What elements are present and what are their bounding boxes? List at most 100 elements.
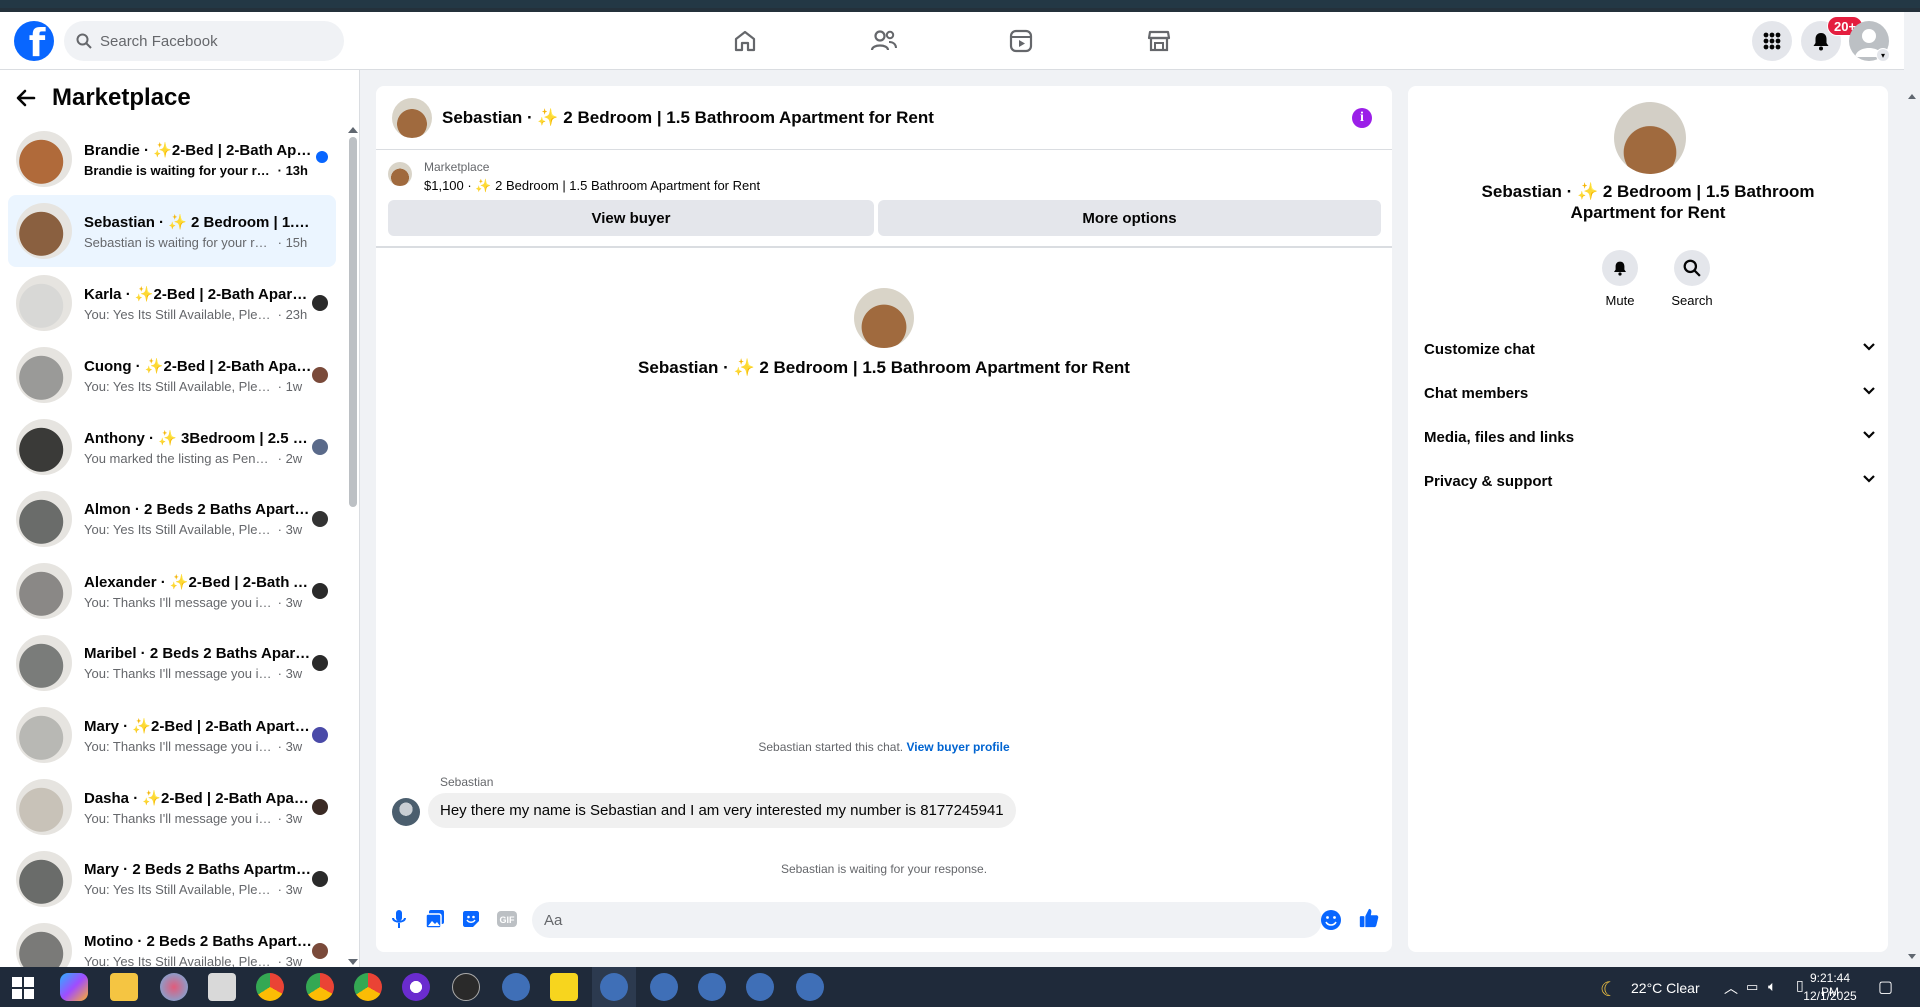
mute-button[interactable]: Mute: [1590, 250, 1650, 308]
customize-chat-row[interactable]: Customize chat: [1424, 329, 1876, 369]
app-icon[interactable]: [208, 973, 236, 1001]
photo-icon[interactable]: [424, 908, 446, 930]
emoji-icon[interactable]: [1320, 909, 1342, 931]
conversation-item[interactable]: Karla · ✨2-Bed | 2-Bath Apartment for Re…: [8, 267, 336, 339]
conversation-name: Almon · 2 Beds 2 Baths Apartment for Ren…: [84, 501, 312, 518]
privacy-support-row[interactable]: Privacy & support: [1424, 461, 1876, 501]
scrollbar[interactable]: [346, 125, 358, 967]
friends-icon[interactable]: [868, 25, 900, 57]
conversation-item[interactable]: Mary · 2 Beds 2 Baths Apartment for Rent…: [8, 843, 336, 915]
conversation-item[interactable]: Dasha · ✨2-Bed | 2-Bath Apartment for Re…: [8, 771, 336, 843]
chat-started-note: Sebastian started this chat. View buyer …: [758, 740, 1010, 754]
conversation-preview: You: Yes Its Still Available, Please sen…: [84, 378, 303, 394]
chrome-icon[interactable]: [354, 973, 382, 1001]
seen-avatar: [312, 367, 328, 383]
chat-members-row[interactable]: Chat members: [1424, 373, 1876, 413]
volume-icon[interactable]: 🔈︎: [1768, 978, 1776, 995]
back-arrow-icon[interactable]: [16, 88, 36, 108]
listing-thumbnail: [16, 779, 72, 835]
view-buyer-button[interactable]: View buyer: [388, 200, 874, 236]
listing-thumbnail: [16, 635, 72, 691]
menu-grid-icon[interactable]: [1752, 21, 1792, 61]
video-icon[interactable]: [1005, 25, 1037, 57]
browser-icon[interactable]: [600, 973, 628, 1001]
chat-title[interactable]: Sebastian · ✨ 2 Bedroom | 1.5 Bathroom A…: [442, 108, 934, 128]
windows-start-icon[interactable]: [12, 977, 34, 999]
view-buyer-profile-link[interactable]: View buyer profile: [906, 740, 1009, 754]
conversation-name: Motino · 2 Beds 2 Baths Apartment for Re…: [84, 933, 312, 950]
conversation-item[interactable]: Almon · 2 Beds 2 Baths Apartment for Ren…: [8, 483, 336, 555]
conversation-item[interactable]: Motino · 2 Beds 2 Baths Apartment for Re…: [8, 915, 336, 967]
seen-avatar: [312, 295, 328, 311]
microphone-icon[interactable]: [388, 908, 410, 930]
more-options-button[interactable]: More options: [878, 200, 1381, 236]
avatar[interactable]: [392, 798, 420, 826]
clock-date[interactable]: 12/1/2025: [1800, 989, 1860, 1003]
conversation-preview: You: Thanks I'll message you in a bit · …: [84, 810, 303, 826]
conversation-preview: You: Yes Its Still Available, Please sen…: [84, 954, 303, 967]
chevron-down-icon[interactable]: ▾: [1876, 48, 1890, 62]
conversation-item[interactable]: Mary · ✨2-Bed | 2-Bath Apartment for Ren…: [8, 699, 336, 771]
chrome-icon[interactable]: [306, 973, 334, 1001]
conversation-name: Cuong · ✨2-Bed | 2-Bath Apartment for Re…: [84, 357, 312, 375]
listing-label: Marketplace: [424, 160, 490, 174]
listing-thumbnail: [16, 131, 72, 187]
waiting-note: Sebastian is waiting for your response.: [780, 862, 988, 876]
message-input[interactable]: [532, 902, 1322, 938]
browser-icon[interactable]: [502, 973, 530, 1001]
browser-icon[interactable]: [650, 973, 678, 1001]
chat-panel: Sebastian · ✨ 2 Bedroom | 1.5 Bathroom A…: [376, 86, 1392, 952]
avatar[interactable]: [854, 288, 914, 348]
message-bubble[interactable]: Hey there my name is Sebastian and I am …: [428, 793, 1016, 828]
conversation-name: Dasha · ✨2-Bed | 2-Bath Apartment for Re…: [84, 789, 312, 807]
like-thumb-icon[interactable]: [1358, 907, 1380, 929]
info-icon[interactable]: i: [1352, 108, 1372, 128]
conversation-item[interactable]: Alexander · ✨2-Bed | 2-Bath Apartment fo…: [8, 555, 336, 627]
chevron-up-icon[interactable]: ︿: [1724, 978, 1738, 998]
app-icon[interactable]: [402, 973, 430, 1001]
marketplace-icon[interactable]: [1143, 25, 1175, 57]
windows-taskbar: ☾ 22°C Clear ︿ ▭ 🔈︎ ▯ 9:21:44 PM 12/1/20…: [0, 967, 1920, 1007]
facebook-logo-icon[interactable]: f: [14, 21, 54, 61]
app-icon[interactable]: [160, 973, 188, 1001]
avatar[interactable]: [392, 97, 432, 138]
notification-center-icon[interactable]: ▢: [1878, 977, 1893, 997]
weather-moon-icon: ☾: [1600, 979, 1618, 1001]
listing-title[interactable]: $1,100 · ✨ 2 Bedroom | 1.5 Bathroom Apar…: [424, 178, 760, 194]
conversation-preview: You: Yes Its Still Available, Please sen…: [84, 306, 308, 322]
file-explorer-icon[interactable]: [110, 973, 138, 1001]
chat-info-panel: Sebastian · ✨ 2 Bedroom | 1.5 Bathroom A…: [1408, 86, 1888, 952]
info-panel-name: Sebastian · ✨ 2 Bedroom | 1.5 Bathroom A…: [1481, 182, 1815, 222]
browser-icon[interactable]: [698, 973, 726, 1001]
conversation-item[interactable]: Brandie · ✨2-Bed | 2-Bath Apartment for …: [8, 123, 336, 195]
avatar[interactable]: [1614, 102, 1686, 174]
chat-intro: Sebastian · ✨ 2 Bedroom | 1.5 Bathroom A…: [376, 288, 1392, 378]
copilot-icon[interactable]: [60, 973, 88, 1001]
search-chat-button[interactable]: Search: [1662, 250, 1722, 308]
search-bar[interactable]: [64, 21, 344, 61]
app-icon[interactable]: [452, 973, 480, 1001]
listing-thumbnail: [16, 851, 72, 907]
conversation-item[interactable]: Cuong · ✨2-Bed | 2-Bath Apartment for Re…: [8, 339, 336, 411]
notes-icon[interactable]: [550, 973, 578, 1001]
conversation-item[interactable]: Maribel · 2 Beds 2 Baths Apartment for R…: [8, 627, 336, 699]
search-input[interactable]: [100, 32, 330, 50]
weather-status[interactable]: 22°C Clear: [1631, 980, 1700, 996]
conversation-item[interactable]: Anthony · ✨ 3Bedroom | 2.5 Bathroom Apar…: [8, 411, 336, 483]
chrome-icon[interactable]: [256, 973, 284, 1001]
home-icon[interactable]: [729, 25, 761, 57]
gif-icon[interactable]: GIF: [496, 908, 518, 930]
conversation-item[interactable]: Sebastian · ✨ 2 Bedroom | 1.5 Bathroom A…: [8, 195, 336, 267]
chevron-down-icon: [1862, 472, 1876, 490]
network-icon[interactable]: ▭: [1746, 979, 1758, 995]
listing-thumbnail[interactable]: [388, 162, 412, 186]
browser-icon[interactable]: [746, 973, 774, 1001]
browser-icon[interactable]: [796, 973, 824, 1001]
listing-thumbnail: [16, 347, 72, 403]
conversation-name: Brandie · ✨2-Bed | 2-Bath Apartment for …: [84, 141, 312, 159]
page-scrollbar[interactable]: [1904, 70, 1920, 967]
sticker-icon[interactable]: [460, 908, 482, 930]
conversation-name: Alexander · ✨2-Bed | 2-Bath Apartment fo…: [84, 573, 312, 591]
search-icon: [76, 33, 92, 49]
media-files-links-row[interactable]: Media, files and links: [1424, 417, 1876, 457]
